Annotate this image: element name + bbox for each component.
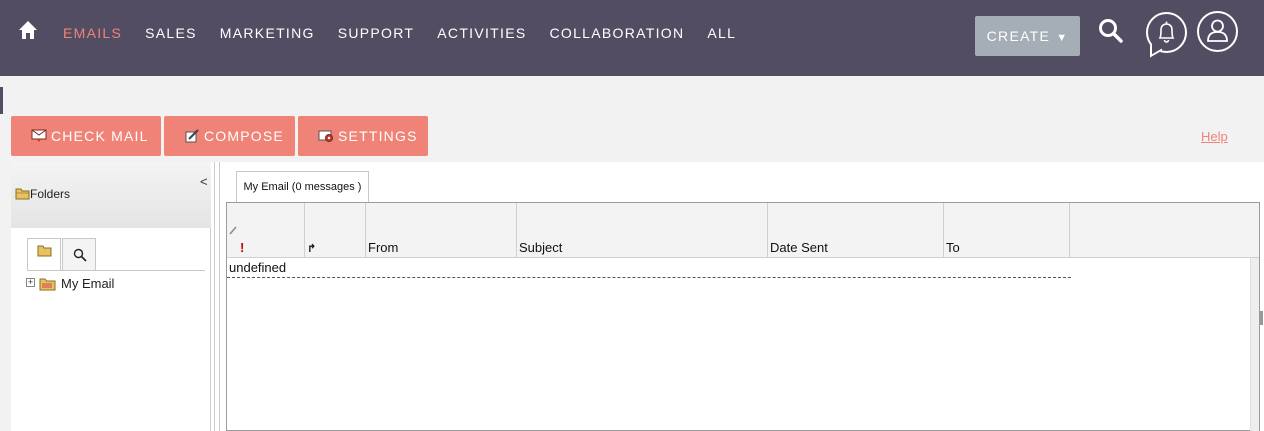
table-row[interactable]: undefined: [229, 260, 286, 275]
grid-scrollbar[interactable]: [1250, 258, 1259, 431]
nav-item-activities[interactable]: ACTIVITIES: [437, 25, 526, 41]
column-from[interactable]: From: [366, 203, 517, 258]
row-divider: [227, 277, 1071, 278]
compose-button[interactable]: COMPOSE: [164, 116, 295, 156]
help-link[interactable]: Help: [1201, 129, 1228, 144]
check-mail-icon: [31, 129, 47, 142]
folder-icon: [37, 245, 52, 257]
create-button[interactable]: CREATE ▼: [975, 16, 1080, 56]
sidebar-toggle-tab[interactable]: [0, 87, 3, 114]
check-mail-button[interactable]: CHECK MAIL: [11, 116, 161, 156]
nav-item-all[interactable]: ALL: [707, 25, 736, 41]
folder-icon: [15, 188, 30, 200]
folder-panel-border: [210, 228, 211, 431]
column-date-sent[interactable]: Date Sent: [768, 203, 944, 258]
nav-item-collaboration[interactable]: COLLABORATION: [550, 25, 685, 41]
nav-item-marketing[interactable]: MARKETING: [220, 25, 315, 41]
create-button-label: CREATE: [986, 28, 1051, 44]
tab-folder-tree[interactable]: [27, 238, 61, 271]
nav-item-sales[interactable]: SALES: [145, 25, 197, 41]
settings-icon: [318, 130, 333, 142]
column-importance[interactable]: !: [238, 203, 305, 258]
check-mail-label: CHECK MAIL: [51, 128, 149, 144]
folder-item-my-email[interactable]: My Email: [61, 276, 114, 291]
column-subject-label: Subject: [519, 240, 563, 255]
tab-my-email[interactable]: My Email (0 messages ): [236, 171, 369, 202]
compose-icon: [185, 129, 199, 143]
nav-item-emails[interactable]: EMAILS: [63, 25, 122, 41]
home-icon[interactable]: [18, 20, 38, 40]
collapse-folders-button[interactable]: <: [200, 174, 208, 189]
panel-splitter[interactable]: [214, 162, 220, 431]
settings-button[interactable]: SETTINGS: [298, 116, 428, 156]
column-from-label: From: [368, 240, 399, 255]
nav-menu: EMAILS SALES MARKETING SUPPORT ACTIVITIE…: [63, 25, 759, 41]
column-replied[interactable]: ↱: [305, 203, 366, 258]
user-menu-button[interactable]: [1197, 11, 1238, 52]
resize-handle[interactable]: [1260, 311, 1263, 325]
settings-label: SETTINGS: [338, 128, 418, 144]
column-subject[interactable]: Subject: [517, 203, 768, 258]
compose-label: COMPOSE: [204, 128, 284, 144]
column-date-sent-label: Date Sent: [770, 240, 828, 255]
column-importance-label: !: [240, 240, 245, 255]
expand-icon[interactable]: +: [26, 278, 35, 287]
column-to-label: To: [946, 240, 960, 255]
nav-item-support[interactable]: SUPPORT: [338, 25, 415, 41]
tree-tabs-divider: [27, 270, 205, 271]
search-icon[interactable]: [1097, 17, 1125, 45]
column-to[interactable]: To: [944, 203, 1070, 258]
magnifier-icon: [73, 248, 87, 262]
pencil-icon: [229, 226, 237, 235]
user-icon: [1207, 19, 1228, 42]
caret-down-icon: ▼: [1056, 32, 1069, 44]
column-replied-label: ↱: [307, 243, 317, 255]
folders-title: Folders: [30, 187, 71, 201]
folder-icon: [39, 278, 56, 291]
tab-folder-search[interactable]: [62, 238, 96, 270]
